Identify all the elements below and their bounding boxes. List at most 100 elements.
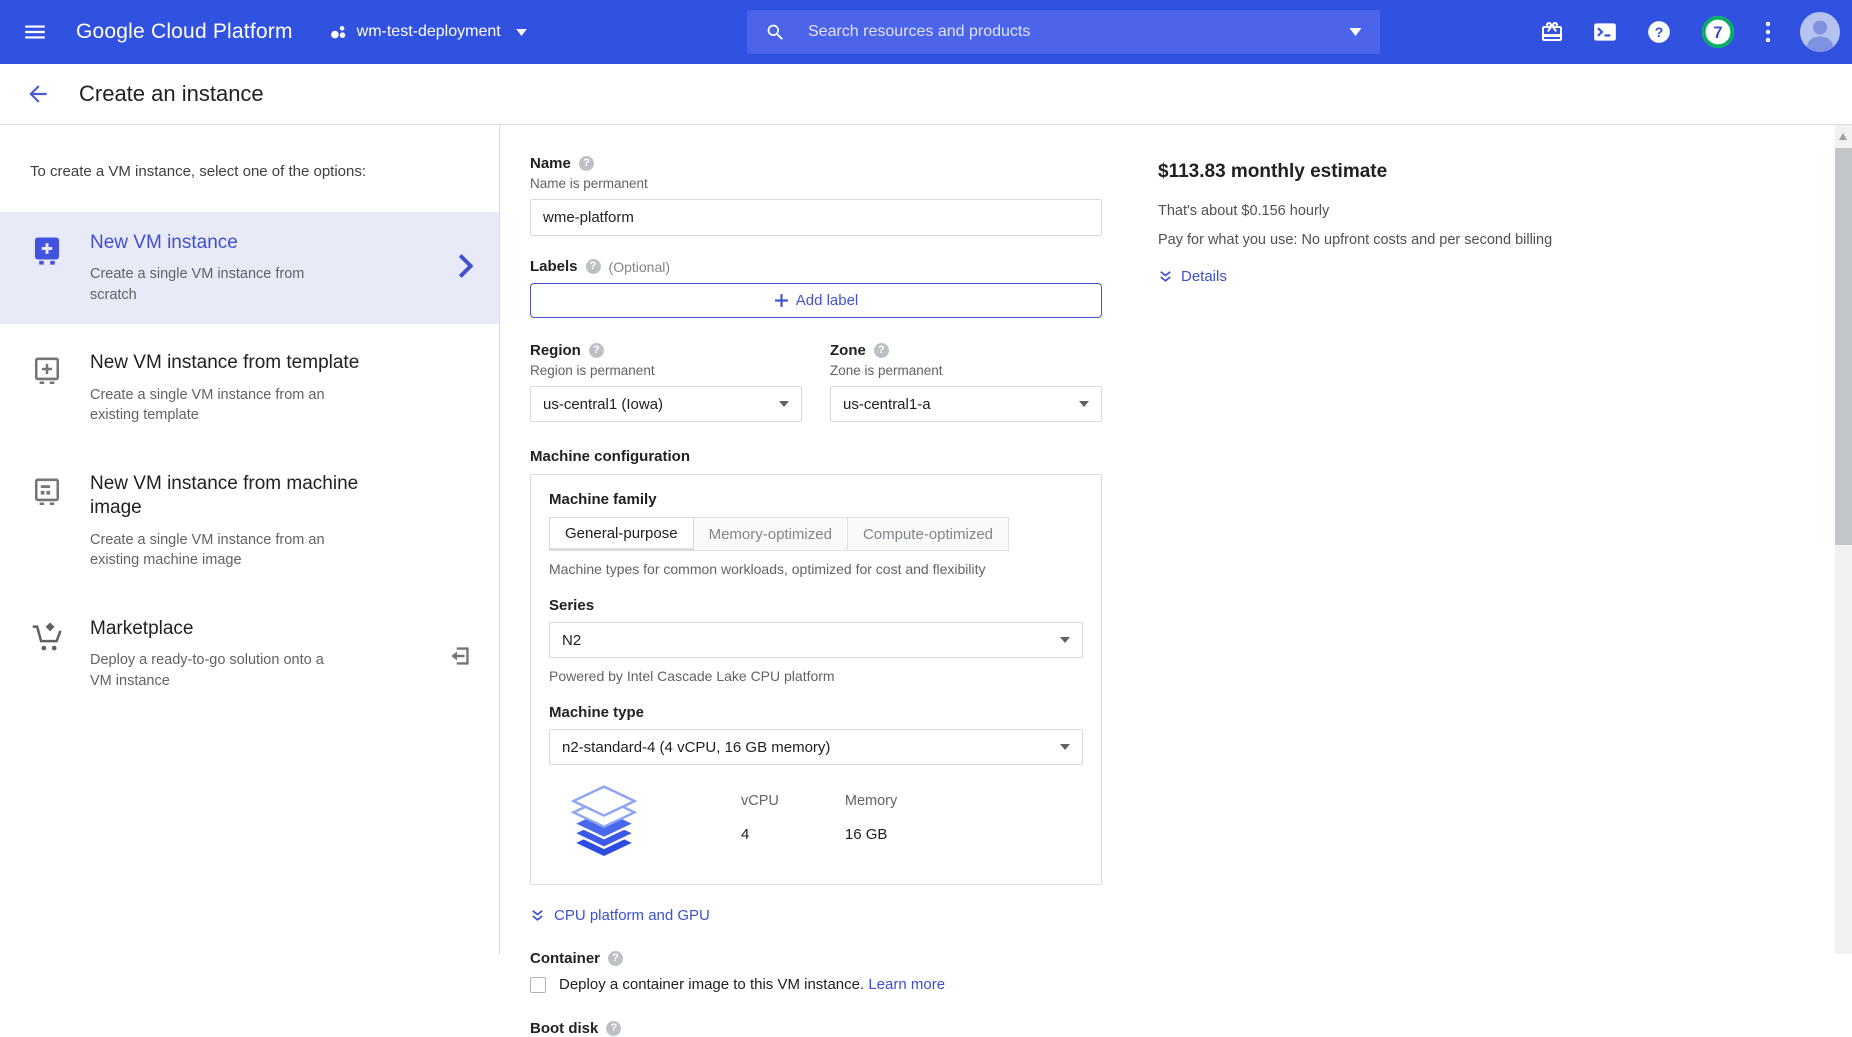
learn-more-link[interactable]: Learn more xyxy=(868,976,945,993)
details-label: Details xyxy=(1181,268,1227,285)
option-title: New VM instance xyxy=(90,231,390,255)
region-select[interactable]: us-central1 (Iowa) xyxy=(530,386,802,422)
option-text: New VM instance Create a single VM insta… xyxy=(90,231,432,305)
container-checkbox-text: Deploy a container image to this VM inst… xyxy=(559,976,945,993)
memory-spec: Memory 16 GB xyxy=(845,785,897,843)
option-description: Create a single VM instance from scratch xyxy=(90,264,335,305)
container-checkbox[interactable] xyxy=(530,977,546,993)
cost-estimate-panel: $113.83 monthly estimate That's about $0… xyxy=(1158,161,1678,285)
svg-text:?: ? xyxy=(1655,24,1664,40)
estimate-title: $113.83 monthly estimate xyxy=(1158,161,1678,183)
machine-spec-summary: vCPU 4 Memory 16 GB xyxy=(549,785,1083,864)
vm-template-icon xyxy=(30,351,64,393)
search-dropdown-caret-icon[interactable] xyxy=(1349,28,1362,36)
kebab-menu-icon[interactable] xyxy=(1764,19,1772,45)
series-select[interactable]: N2 xyxy=(549,622,1083,658)
machine-type-value: n2-standard-4 (4 vCPU, 16 GB memory) xyxy=(562,739,830,756)
sidebar-item-new-vm-instance[interactable]: New VM instance Create a single VM insta… xyxy=(0,212,499,324)
zone-select[interactable]: us-central1-a xyxy=(830,386,1102,422)
container-help-icon[interactable] xyxy=(608,951,623,966)
help-icon[interactable]: ? xyxy=(1646,19,1672,45)
series-note: Powered by Intel Cascade Lake CPU platfo… xyxy=(549,668,1083,684)
tab-memory-optimized[interactable]: Memory-optimized xyxy=(694,517,848,551)
machine-configuration-label: Machine configuration xyxy=(530,448,1102,465)
page-body: To create a VM instance, select one of t… xyxy=(0,125,1852,954)
container-field-group: Container Deploy a container image to th… xyxy=(530,950,1102,993)
cloud-shell-icon[interactable] xyxy=(1592,19,1618,45)
region-value: us-central1 (Iowa) xyxy=(543,396,663,413)
name-label: Name xyxy=(530,155,571,172)
option-text: New VM instance from machine image Creat… xyxy=(90,472,473,571)
avatar[interactable] xyxy=(1800,12,1840,52)
brand-title[interactable]: Google Cloud Platform xyxy=(76,20,293,44)
chevron-right-icon xyxy=(458,254,473,283)
estimate-hourly: That's about $0.156 hourly xyxy=(1158,203,1678,219)
tab-compute-optimized[interactable]: Compute-optimized xyxy=(848,517,1009,551)
search-input[interactable]: Search resources and products xyxy=(747,10,1380,54)
series-value: N2 xyxy=(562,632,581,649)
option-text: Marketplace Deploy a ready-to-go solutio… xyxy=(90,617,421,691)
vcpu-label: vCPU xyxy=(741,793,779,809)
sidebar-item-new-vm-from-template[interactable]: New VM instance from template Create a s… xyxy=(0,332,499,444)
option-title: New VM instance from machine image xyxy=(90,472,390,521)
estimate-billing-note: Pay for what you use: No upfront costs a… xyxy=(1158,232,1678,248)
region-note: Region is permanent xyxy=(530,363,802,378)
region-field-group: Region Region is permanent us-central1 (… xyxy=(530,342,802,422)
option-title: Marketplace xyxy=(90,617,390,641)
cpu-platform-gpu-expander[interactable]: CPU platform and GPU xyxy=(530,907,1102,924)
region-help-icon[interactable] xyxy=(589,343,604,358)
zone-help-icon[interactable] xyxy=(874,343,889,358)
plus-icon xyxy=(774,293,789,308)
gift-icon[interactable] xyxy=(1540,20,1564,44)
scrollbar-up-arrow[interactable] xyxy=(1839,133,1847,140)
zone-field-group: Zone Zone is permanent us-central1-a xyxy=(830,342,1102,422)
name-input[interactable] xyxy=(530,199,1102,236)
notification-count: 7 xyxy=(1713,24,1722,42)
memory-value: 16 GB xyxy=(845,826,897,843)
machine-type-select[interactable]: n2-standard-4 (4 vCPU, 16 GB memory) xyxy=(549,729,1083,765)
machine-family-note: Machine types for common workloads, opti… xyxy=(549,561,1083,577)
container-label: Container xyxy=(530,950,600,967)
select-caret-icon xyxy=(1060,637,1070,643)
cpu-platform-gpu-label: CPU platform and GPU xyxy=(554,907,710,924)
option-title: New VM instance from template xyxy=(90,351,390,375)
main-content: Name Name is permanent Labels (Optional)… xyxy=(500,125,1852,954)
boot-disk-label: Boot disk xyxy=(530,1020,598,1037)
machine-family-tabs: General-purpose Memory-optimized Compute… xyxy=(549,517,1083,551)
chevron-down-icon xyxy=(516,29,527,36)
machine-image-icon xyxy=(30,472,64,514)
scrollbar-thumb[interactable] xyxy=(1835,148,1852,545)
project-selector[interactable]: wm-test-deployment xyxy=(329,23,527,42)
page-title: Create an instance xyxy=(79,81,264,107)
vertical-scrollbar[interactable] xyxy=(1835,125,1852,954)
page-title-bar: Create an instance xyxy=(0,64,1852,125)
labels-help-icon[interactable] xyxy=(586,259,601,274)
series-label: Series xyxy=(549,597,1083,614)
add-label-button[interactable]: Add label xyxy=(530,283,1102,318)
back-arrow-icon[interactable] xyxy=(25,81,51,107)
tab-general-purpose[interactable]: General-purpose xyxy=(549,517,694,551)
option-description: Create a single VM instance from an exis… xyxy=(90,385,335,426)
name-help-icon[interactable] xyxy=(579,156,594,171)
select-caret-icon xyxy=(1079,401,1089,407)
appbar-actions: ? 7 xyxy=(1540,0,1840,64)
labels-field-group: Labels (Optional) Add label xyxy=(530,258,1102,318)
option-text: New VM instance from template Create a s… xyxy=(90,351,473,425)
marketplace-cart-icon xyxy=(30,617,64,659)
sidebar-item-marketplace[interactable]: Marketplace Deploy a ready-to-go solutio… xyxy=(0,598,499,710)
options-list: New VM instance Create a single VM insta… xyxy=(0,212,499,710)
estimate-details-link[interactable]: Details xyxy=(1158,268,1678,285)
notifications-badge[interactable]: 7 xyxy=(1700,14,1736,50)
memory-label: Memory xyxy=(845,793,897,809)
hamburger-menu-icon[interactable] xyxy=(22,19,48,45)
machine-type-label: Machine type xyxy=(549,704,1083,721)
boot-disk-field-group: Boot disk xyxy=(530,1020,1102,1037)
boot-disk-help-icon[interactable] xyxy=(606,1021,621,1036)
search-placeholder: Search resources and products xyxy=(808,23,1030,41)
machine-family-label: Machine family xyxy=(549,491,1083,508)
sidebar-item-new-vm-from-machine-image[interactable]: New VM instance from machine image Creat… xyxy=(0,453,499,590)
project-cluster-icon xyxy=(329,23,348,42)
instance-form: Name Name is permanent Labels (Optional)… xyxy=(530,155,1102,1037)
vcpu-spec: vCPU 4 xyxy=(741,785,779,843)
layers-icon xyxy=(563,785,645,864)
